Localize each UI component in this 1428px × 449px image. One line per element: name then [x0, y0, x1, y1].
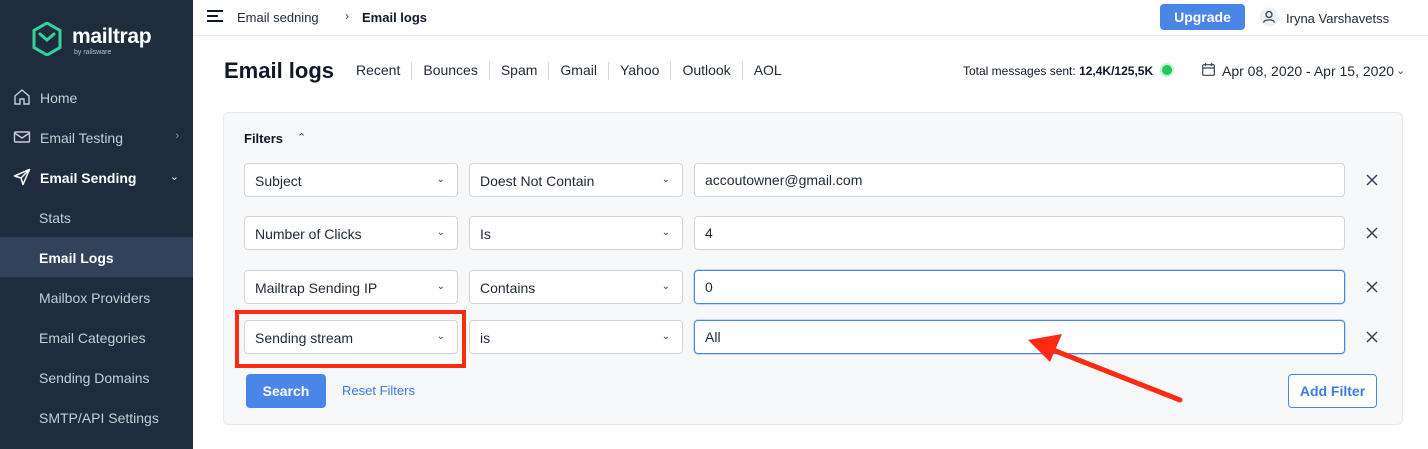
- sidebar-item-email-categories[interactable]: Email Categories: [0, 317, 193, 357]
- chevron-right-icon: ›: [175, 130, 179, 142]
- tab-recent[interactable]: Recent: [345, 62, 411, 80]
- filter-value-input[interactable]: 0: [694, 270, 1345, 304]
- menu-icon[interactable]: [207, 9, 223, 23]
- chevron-down-icon: ⌄: [436, 227, 445, 238]
- filter-operator-select[interactable]: is ⌄: [469, 320, 683, 354]
- filter-value-input[interactable]: accoutowner@gmail.com: [694, 163, 1345, 197]
- filter-operator-value: Doest Not Contain: [480, 173, 595, 189]
- annotation-highlight-box: [235, 310, 466, 368]
- filters-title[interactable]: Filters: [244, 131, 283, 146]
- chevron-down-icon: ⌄: [661, 281, 670, 292]
- sidebar-item-label: Mailbox Providers: [39, 290, 151, 306]
- filter-operator-select[interactable]: Doest Not Contain ⌄: [469, 163, 683, 197]
- home-icon: [14, 89, 30, 105]
- chevron-down-icon: ⌄: [436, 281, 445, 292]
- filter-operator-select[interactable]: Contains ⌄: [469, 270, 683, 304]
- mailtrap-logo[interactable]: mailtrap by railsware: [32, 22, 162, 58]
- sidebar-item-sending-domains[interactable]: Sending Domains: [0, 357, 193, 397]
- filter-field-select[interactable]: Number of Clicks ⌄: [244, 216, 458, 250]
- chevron-down-icon: ⌄: [661, 227, 670, 238]
- close-icon[interactable]: [1365, 173, 1379, 187]
- total-messages-label: Total messages sent:: [963, 64, 1076, 78]
- sidebar-item-mailbox-providers[interactable]: Mailbox Providers: [0, 277, 193, 317]
- filter-field-value: Subject: [255, 173, 302, 189]
- total-messages-value: 12,4K/125,5K: [1079, 64, 1154, 78]
- chevron-down-icon: ⌄: [169, 171, 179, 183]
- sidebar-item-label: Home: [40, 90, 78, 106]
- log-tabs: Recent Bounces Spam Gmail Yahoo Outlook …: [345, 62, 793, 80]
- chevron-up-icon[interactable]: ⌃: [297, 131, 306, 144]
- sidebar-item-home[interactable]: Home: [0, 77, 193, 117]
- sidebar-item-smtp-api-settings[interactable]: SMTP/API Settings: [0, 397, 193, 437]
- brand-name: mailtrap: [72, 25, 152, 48]
- sidebar-item-label: SMTP/API Settings: [39, 410, 159, 426]
- user-avatar-icon[interactable]: [1259, 7, 1279, 27]
- sidebar-item-email-sending[interactable]: Email Sending ⌄: [0, 157, 193, 197]
- sidebar-item-stats[interactable]: Stats: [0, 197, 193, 237]
- date-range-picker[interactable]: Apr 08, 2020 - Apr 15, 2020: [1222, 63, 1394, 79]
- sidebar: mailtrap by railsware Home Email Testing…: [0, 0, 193, 449]
- sidebar-item-label: Email Categories: [39, 330, 146, 346]
- reset-filters-link[interactable]: Reset Filters: [342, 383, 415, 398]
- close-icon[interactable]: [1365, 280, 1379, 294]
- search-button[interactable]: Search: [246, 374, 326, 408]
- top-bar: Email sedning › Email logs Upgrade Iryna…: [193, 0, 1428, 36]
- filter-field-select[interactable]: Mailtrap Sending IP ⌄: [244, 270, 458, 304]
- status-ok-indicator: [1162, 65, 1172, 75]
- total-messages: Total messages sent: 12,4K/125,5K: [963, 64, 1153, 78]
- page-title: Email logs: [224, 58, 335, 83]
- filter-field-value: Number of Clicks: [255, 226, 362, 242]
- paper-plane-icon: [13, 168, 31, 186]
- chevron-down-icon: ⌄: [661, 174, 670, 185]
- breadcrumb-current: Email logs: [362, 10, 428, 25]
- envelope-icon: [13, 131, 31, 143]
- breadcrumb-parent[interactable]: Email sedning: [237, 10, 319, 25]
- sidebar-item-label: Email Logs: [39, 250, 114, 266]
- filter-operator-value: is: [480, 330, 491, 346]
- annotation-arrow-icon: [1028, 334, 1183, 403]
- sidebar-item-email-logs[interactable]: Email Logs: [0, 237, 193, 277]
- add-filter-button[interactable]: Add Filter: [1288, 374, 1377, 408]
- calendar-icon[interactable]: [1202, 63, 1215, 76]
- filter-value-input[interactable]: 4: [694, 216, 1345, 250]
- filter-field-value: Mailtrap Sending IP: [255, 280, 378, 296]
- filters-panel: [223, 112, 1403, 425]
- filter-operator-select[interactable]: Is ⌄: [469, 216, 683, 250]
- filter-field-select[interactable]: Subject ⌄: [244, 163, 458, 197]
- tab-yahoo[interactable]: Yahoo: [607, 62, 670, 80]
- chevron-down-icon: ⌄: [661, 331, 670, 342]
- tab-spam[interactable]: Spam: [488, 62, 549, 80]
- user-name[interactable]: Iryna Varshavetss: [1286, 11, 1389, 26]
- upgrade-button[interactable]: Upgrade: [1160, 4, 1245, 30]
- chevron-down-icon[interactable]: ⌄: [1396, 64, 1405, 77]
- tab-bounces[interactable]: Bounces: [411, 62, 488, 80]
- sidebar-item-label: Sending Domains: [39, 370, 150, 386]
- sidebar-item-label: Email Sending: [40, 170, 137, 186]
- brand-sub: by railsware: [74, 49, 112, 56]
- tab-gmail[interactable]: Gmail: [548, 62, 608, 80]
- mailtrap-logo-icon: [32, 22, 62, 56]
- filter-operator-value: Is: [480, 226, 491, 242]
- sidebar-item-label: Stats: [39, 210, 71, 226]
- tab-aol[interactable]: AOL: [741, 62, 793, 80]
- close-icon[interactable]: [1365, 226, 1379, 240]
- chevron-right-icon: ›: [345, 9, 349, 23]
- filter-operator-value: Contains: [480, 280, 536, 296]
- tab-outlook[interactable]: Outlook: [670, 62, 741, 80]
- sidebar-item-email-testing[interactable]: Email Testing ›: [0, 117, 193, 157]
- close-icon[interactable]: [1365, 330, 1379, 344]
- chevron-down-icon: ⌄: [436, 174, 445, 185]
- sidebar-item-label: Email Testing: [40, 130, 124, 146]
